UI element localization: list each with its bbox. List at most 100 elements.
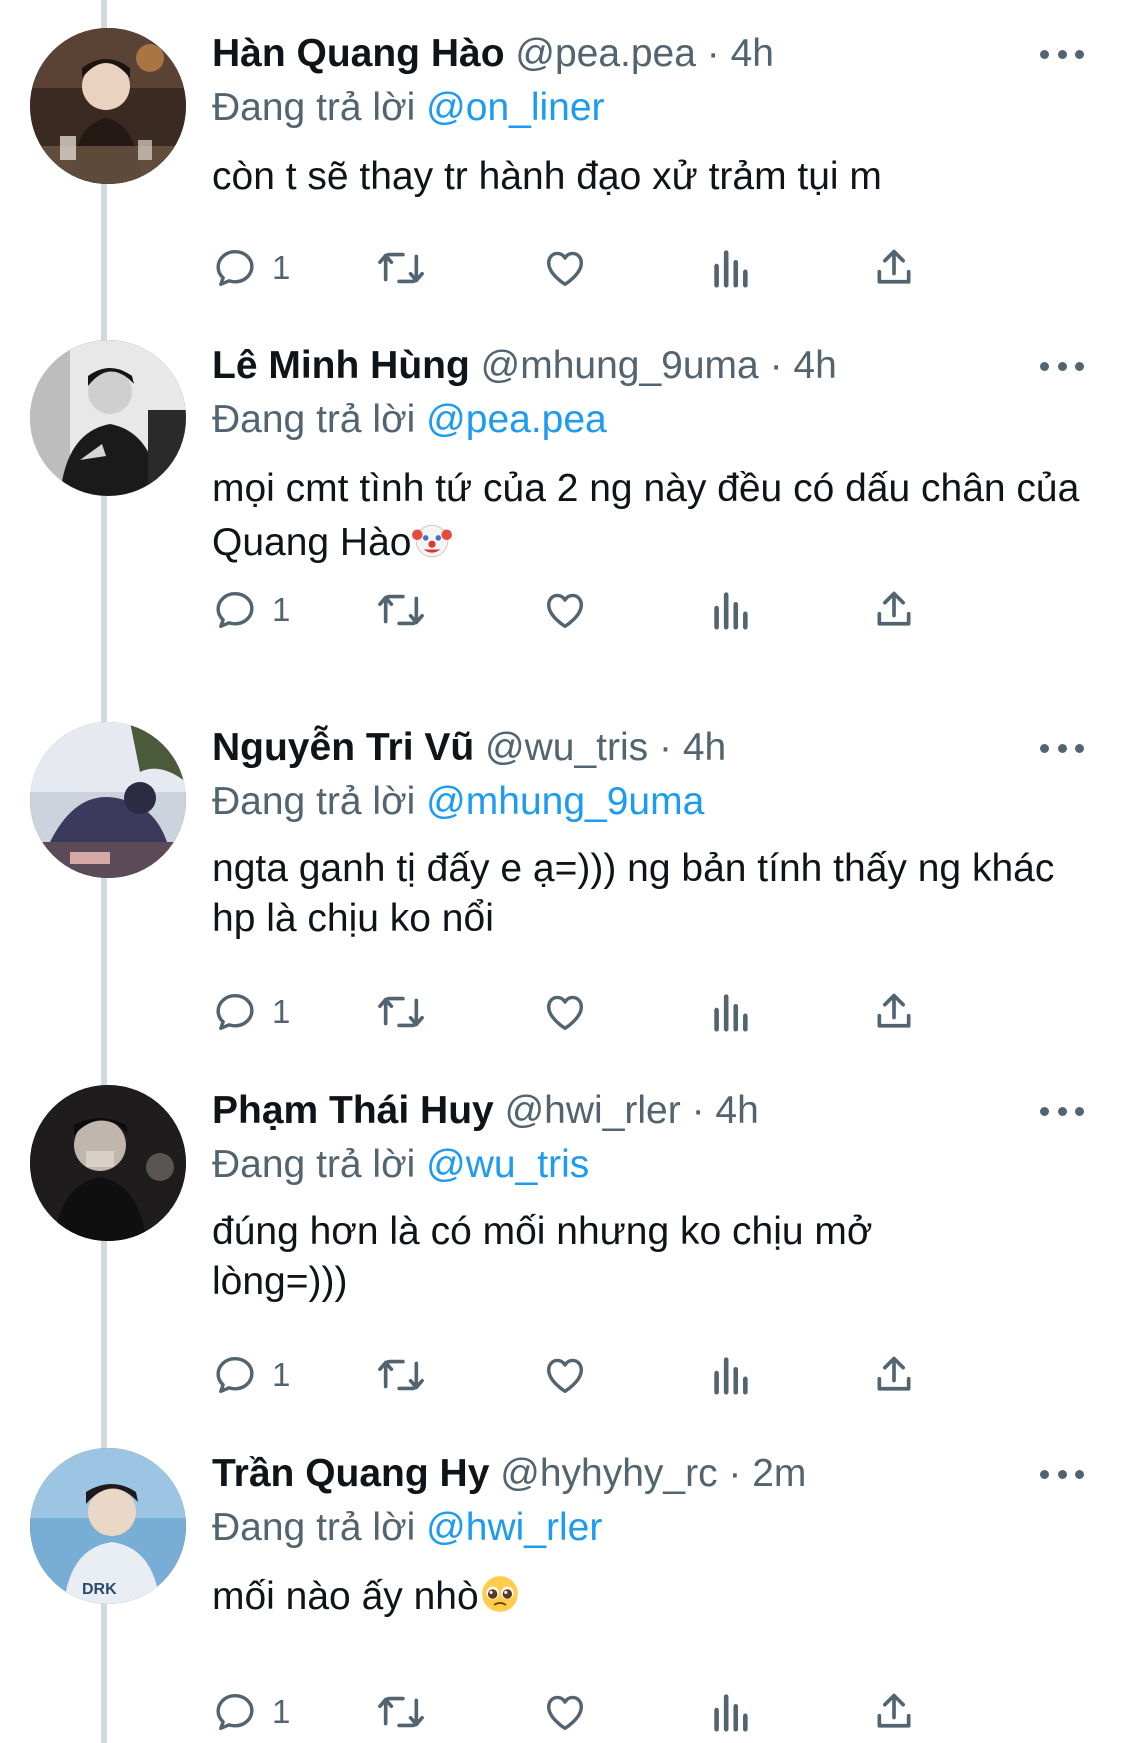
heart-icon (546, 995, 584, 1031)
replying-to: Đang trả lời @on_liner (212, 82, 605, 134)
reply-count: 1 (272, 1356, 291, 1393)
share-icon (877, 591, 911, 626)
timestamp[interactable]: · 2m (728, 1452, 806, 1495)
views-button[interactable] (710, 982, 750, 1042)
views-button[interactable] (710, 1682, 750, 1742)
more-icon[interactable] (1040, 738, 1084, 758)
views-chart-icon (714, 994, 748, 1032)
views-button[interactable] (710, 1345, 750, 1405)
avatar[interactable] (30, 340, 186, 496)
reply-button[interactable]: 1 (212, 1345, 290, 1405)
share-button[interactable] (872, 982, 916, 1042)
more-icon[interactable] (1040, 356, 1084, 376)
retweet-button[interactable] (376, 238, 426, 298)
tweet-header: Lê Minh Hùng @mhung_9uma · 4h (212, 340, 837, 392)
tweet-text: mối nào ấy nhò (212, 1570, 1092, 1624)
timestamp[interactable]: · 4h (770, 344, 837, 387)
display-name[interactable]: Phạm Thái Huy (212, 1089, 494, 1132)
mention-link[interactable]: @mhung_9uma (426, 780, 704, 823)
more-icon[interactable] (1040, 1101, 1084, 1121)
share-icon (877, 1356, 911, 1391)
like-button[interactable] (542, 1345, 588, 1405)
retweet-icon (378, 252, 424, 284)
more-icon[interactable] (1040, 1464, 1084, 1484)
avatar[interactable] (30, 28, 186, 184)
action-bar: 1 (212, 1345, 1012, 1405)
replying-to-label: Đang trả lời (212, 1506, 416, 1549)
retweet-button[interactable] (376, 982, 426, 1042)
tweet-text: còn t sẽ thay tr hành đạo xử trảm tụi m (212, 155, 882, 198)
views-chart-icon (714, 1357, 748, 1395)
pleading-face-emoji-icon (481, 1576, 518, 1612)
heart-icon (546, 251, 584, 287)
reply-button[interactable]: 1 (212, 238, 290, 298)
replying-to: Đang trả lời @wu_tris (212, 1139, 589, 1191)
like-button[interactable] (542, 580, 588, 640)
reply-button[interactable]: 1 (212, 1682, 290, 1742)
share-button[interactable] (872, 1345, 916, 1405)
replying-to-label: Đang trả lời (212, 398, 416, 441)
avatar[interactable] (30, 1085, 186, 1241)
mention-link[interactable]: @hwi_rler (426, 1506, 602, 1549)
tweet-text: ngta ganh tị đấy e ạ=))) ng bản tính thấ… (212, 847, 1055, 940)
tweet-header: Trần Quang Hy @hyhyhy_rc · 2m (212, 1448, 806, 1500)
tweet-header: Phạm Thái Huy @hwi_rler · 4h (212, 1085, 759, 1137)
replying-to-label: Đang trả lời (212, 780, 416, 823)
svg-text:DRK: DRK (82, 1581, 117, 1598)
share-button[interactable] (872, 580, 916, 640)
tweet-text: đúng hơn là có mối nhưng ko chịu mở lòng… (212, 1210, 873, 1303)
mention-link[interactable]: @pea.pea (426, 398, 607, 441)
replying-to-label: Đang trả lời (212, 86, 416, 129)
reply-count: 1 (272, 993, 291, 1030)
heart-icon (546, 1695, 584, 1731)
reply-icon (216, 249, 254, 287)
timestamp[interactable]: · 4h (692, 1089, 759, 1132)
avatar[interactable]: DRK (30, 1448, 186, 1604)
share-button[interactable] (872, 1682, 916, 1742)
username[interactable]: @hwi_rler (505, 1089, 681, 1132)
display-name[interactable]: Nguyễn Tri Vũ (212, 726, 474, 769)
like-button[interactable] (542, 238, 588, 298)
replying-to: Đang trả lời @hwi_rler (212, 1502, 602, 1554)
action-bar: 1 (212, 1682, 1012, 1742)
retweet-button[interactable] (376, 1682, 426, 1742)
retweet-icon (378, 1359, 424, 1391)
display-name[interactable]: Hàn Quang Hào (212, 32, 505, 75)
avatar[interactable] (30, 722, 186, 878)
reply-icon (216, 1693, 254, 1731)
display-name[interactable]: Trần Quang Hy (212, 1452, 489, 1495)
username[interactable]: @pea.pea (515, 32, 696, 75)
like-button[interactable] (542, 982, 588, 1042)
mention-link[interactable]: @on_liner (426, 86, 604, 129)
timestamp[interactable]: · 4h (707, 32, 774, 75)
share-icon (877, 249, 911, 284)
timestamp[interactable]: · 4h (659, 726, 726, 769)
reply-count: 1 (272, 249, 291, 286)
username[interactable]: @wu_tris (485, 726, 648, 769)
reply-count: 1 (272, 591, 291, 628)
username[interactable]: @mhung_9uma (481, 344, 759, 387)
display-name[interactable]: Lê Minh Hùng (212, 344, 470, 387)
retweet-button[interactable] (376, 580, 426, 640)
heart-icon (546, 593, 584, 629)
views-button[interactable] (710, 580, 750, 640)
replying-to: Đang trả lời @mhung_9uma (212, 776, 704, 828)
tweet-text-content: mối nào ấy nhò (212, 1575, 479, 1618)
replying-to: Đang trả lời @pea.pea (212, 394, 607, 446)
like-button[interactable] (542, 1682, 588, 1742)
reply-icon (216, 1356, 254, 1394)
replying-to-label: Đang trả lời (212, 1143, 416, 1186)
more-icon[interactable] (1040, 44, 1084, 64)
tweet-header: Hàn Quang Hào @pea.pea · 4h (212, 28, 774, 80)
action-bar: 1 (212, 238, 1012, 298)
heart-icon (546, 1358, 584, 1394)
share-button[interactable] (872, 238, 916, 298)
views-button[interactable] (710, 238, 750, 298)
retweet-button[interactable] (376, 1345, 426, 1405)
reply-button[interactable]: 1 (212, 982, 290, 1042)
retweet-icon (378, 1696, 424, 1728)
tweet-text: mọi cmt tình tứ của 2 ng này đều có dấu … (212, 462, 1092, 570)
mention-link[interactable]: @wu_tris (426, 1143, 589, 1186)
username[interactable]: @hyhyhy_rc (500, 1452, 717, 1495)
reply-button[interactable]: 1 (212, 580, 290, 640)
